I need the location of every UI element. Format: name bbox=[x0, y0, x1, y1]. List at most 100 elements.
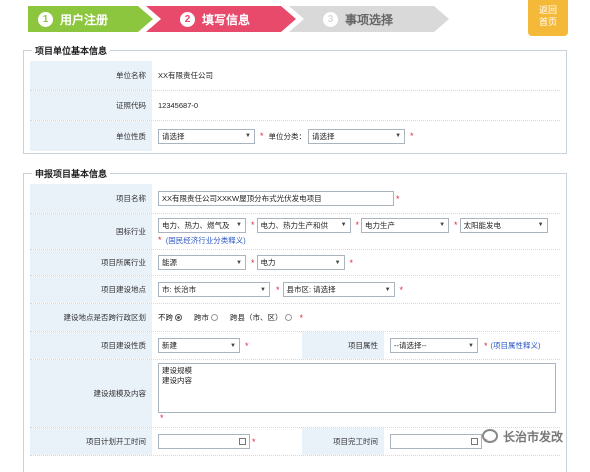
industry-select-4[interactable]: 太阳能发电 ▼ bbox=[459, 217, 548, 233]
attribute-select[interactable]: --请选择-- ▼ bbox=[390, 338, 478, 353]
attribute-definition-link[interactable]: (项目属性释义) bbox=[491, 340, 541, 351]
chevron-down-icon: ▼ bbox=[230, 342, 236, 349]
required-mark: * bbox=[251, 220, 255, 230]
select-value: 能源 bbox=[162, 258, 177, 267]
required-mark: * bbox=[160, 413, 164, 423]
unit-name-label: 单位名称 bbox=[30, 61, 152, 90]
nature-label: 项目建设性质 bbox=[30, 332, 152, 359]
schedule-row: 项目计划开工时间 * 项目完工时间 * bbox=[30, 428, 560, 456]
required-mark: * bbox=[245, 340, 249, 351]
required-mark: * bbox=[355, 220, 360, 230]
wechat-icon bbox=[482, 429, 498, 443]
step-number: 3 bbox=[323, 11, 338, 27]
required-mark: * bbox=[484, 340, 488, 351]
select-value: 县市区: 请选择 bbox=[286, 285, 336, 294]
scale-row: 建设规模及内容 建设规模 建设内容 * bbox=[30, 360, 560, 428]
project-industry-select-1[interactable]: 能源 ▼ bbox=[158, 255, 246, 270]
chevron-down-icon: ▼ bbox=[260, 286, 266, 293]
cross-region-label: 建设地点是否跨行政区划 bbox=[30, 304, 152, 331]
scale-line-1: 建设规模 bbox=[162, 366, 192, 375]
chevron-down-icon: ▼ bbox=[340, 222, 347, 228]
step-select-item[interactable]: 3 事项选择 bbox=[289, 6, 449, 32]
select-value: 市: 长治市 bbox=[162, 285, 197, 294]
nature-attribute-row: 项目建设性质 新建 ▼ * 项目属性 --请选择-- ▼ * (项目属性释义) bbox=[30, 332, 560, 360]
required-mark: * bbox=[276, 284, 280, 295]
project-industry-label: 项目所属行业 bbox=[30, 250, 152, 275]
step-label: 事项选择 bbox=[345, 12, 394, 27]
unit-info-section: 项目单位基本信息 单位名称 XX有限责任公司 证照代码 12345687-0 单… bbox=[23, 44, 567, 154]
project-name-input[interactable]: XX有限责任公司XXKW屋顶分布式光伏发电项目 bbox=[158, 191, 394, 206]
required-mark: * bbox=[251, 257, 255, 268]
city-select[interactable]: 市: 长治市 ▼ bbox=[158, 282, 270, 297]
unit-nature-label: 单位性质 bbox=[30, 121, 152, 151]
location-label: 项目建设地点 bbox=[30, 276, 152, 303]
industry-row: 国标行业 电力、热力、燃气及 ▼ * 电力、热力生产和供 ▼ * 电力生产 ▼ * 太… bbox=[30, 214, 560, 250]
back-home-button[interactable]: 返回 首页 bbox=[528, 0, 568, 36]
radio-cross-county[interactable] bbox=[284, 314, 292, 321]
select-value: 电力 bbox=[260, 258, 276, 267]
select-value: 新建 bbox=[162, 341, 177, 350]
radio-label-cross-city: 跨市 bbox=[194, 313, 209, 322]
unit-nature-select[interactable]: 请选择 ▼ bbox=[158, 128, 255, 144]
back-home-line1: 返回 bbox=[538, 5, 557, 15]
select-value: --请选择-- bbox=[394, 341, 427, 350]
radio-no-cross[interactable] bbox=[175, 314, 182, 321]
required-mark: * bbox=[349, 257, 354, 268]
unit-class-select[interactable]: 请选择 ▼ bbox=[308, 128, 406, 144]
start-label: 项目计划开工时间 bbox=[30, 428, 152, 455]
watermark: 长治市发改 bbox=[482, 427, 590, 445]
scale-label: 建设规模及内容 bbox=[30, 360, 152, 427]
calendar-icon[interactable] bbox=[471, 438, 478, 445]
select-value: 电力、热力、燃气及 bbox=[162, 220, 230, 230]
chevron-down-icon: ▼ bbox=[395, 133, 402, 139]
required-mark: * bbox=[260, 131, 264, 141]
section-title: 项目单位基本信息 bbox=[32, 44, 111, 57]
required-mark: * bbox=[399, 284, 404, 295]
select-value: 电力、热力生产和供 bbox=[260, 220, 329, 230]
attribute-label: 项目属性 bbox=[302, 332, 384, 359]
chevron-down-icon: ▼ bbox=[537, 222, 544, 228]
scale-textarea[interactable]: 建设规模 建设内容 bbox=[158, 363, 556, 413]
required-mark: * bbox=[454, 220, 458, 230]
finish-date-input[interactable] bbox=[390, 434, 482, 449]
nature-select[interactable]: 新建 ▼ bbox=[158, 338, 240, 353]
select-value: 太阳能发电 bbox=[463, 220, 502, 230]
finish-label: 项目完工时间 bbox=[302, 428, 384, 455]
calendar-icon[interactable] bbox=[239, 438, 246, 445]
industry-select-2[interactable]: 电力、热力生产和供 ▼ bbox=[256, 217, 351, 233]
unit-nature-row: 单位性质 请选择 ▼ * 单位分类： 请选择 ▼ * bbox=[30, 121, 560, 151]
project-name-row: 项目名称 XX有限责任公司XXKW屋顶分布式光伏发电项目 * bbox=[30, 184, 560, 214]
chevron-down-icon: ▼ bbox=[245, 133, 251, 139]
unit-name-value: XX有限责任公司 bbox=[158, 71, 214, 80]
industry-classification-link[interactable]: (国民经济行业分类释义) bbox=[166, 236, 246, 245]
start-date-input[interactable] bbox=[158, 434, 250, 449]
industry-label: 国标行业 bbox=[30, 214, 152, 249]
county-select[interactable]: 县市区: 请选择 ▼ bbox=[282, 282, 395, 297]
unit-class-label: 单位分类： bbox=[268, 131, 307, 141]
unit-name-row: 单位名称 XX有限责任公司 bbox=[30, 61, 560, 91]
required-mark: * bbox=[299, 312, 304, 323]
step-user-register[interactable]: 1 用户注册 bbox=[28, 6, 153, 32]
chevron-down-icon: ▼ bbox=[468, 342, 474, 349]
industry-select-3[interactable]: 电力生产 ▼ bbox=[361, 217, 450, 233]
location-row: 项目建设地点 市: 长治市 ▼ * 县市区: 请选择 ▼ * bbox=[30, 276, 560, 304]
industry-select-1[interactable]: 电力、热力、燃气及 ▼ bbox=[158, 217, 246, 233]
step-label: 用户注册 bbox=[60, 12, 109, 27]
back-home-line2: 首页 bbox=[538, 17, 557, 27]
radio-cross-city[interactable] bbox=[211, 314, 218, 321]
chevron-down-icon: ▼ bbox=[384, 286, 391, 293]
radio-label-no-cross: 不跨 bbox=[158, 313, 173, 322]
select-value: 请选择 bbox=[162, 131, 185, 141]
chevron-down-icon: ▼ bbox=[236, 222, 242, 228]
section-title: 申报项目基本信息 bbox=[32, 167, 111, 180]
project-industry-row: 项目所属行业 能源 ▼ * 电力 ▼ * bbox=[30, 250, 560, 276]
required-mark: * bbox=[252, 436, 256, 447]
project-industry-select-2[interactable]: 电力 ▼ bbox=[256, 255, 345, 270]
watermark-text: 长治市发改 bbox=[503, 429, 564, 444]
chevron-down-icon: ▼ bbox=[334, 259, 341, 266]
cross-region-row: 建设地点是否跨行政区划 不跨 跨市 跨县（市、区） * bbox=[30, 304, 560, 332]
progress-steps: 1 用户注册 2 填写信息 3 事项选择 bbox=[28, 6, 542, 32]
step-fill-info[interactable]: 2 填写信息 bbox=[146, 6, 296, 32]
scale-line-2: 建设内容 bbox=[162, 376, 192, 385]
cert-code-row: 证照代码 12345687-0 bbox=[30, 91, 560, 121]
